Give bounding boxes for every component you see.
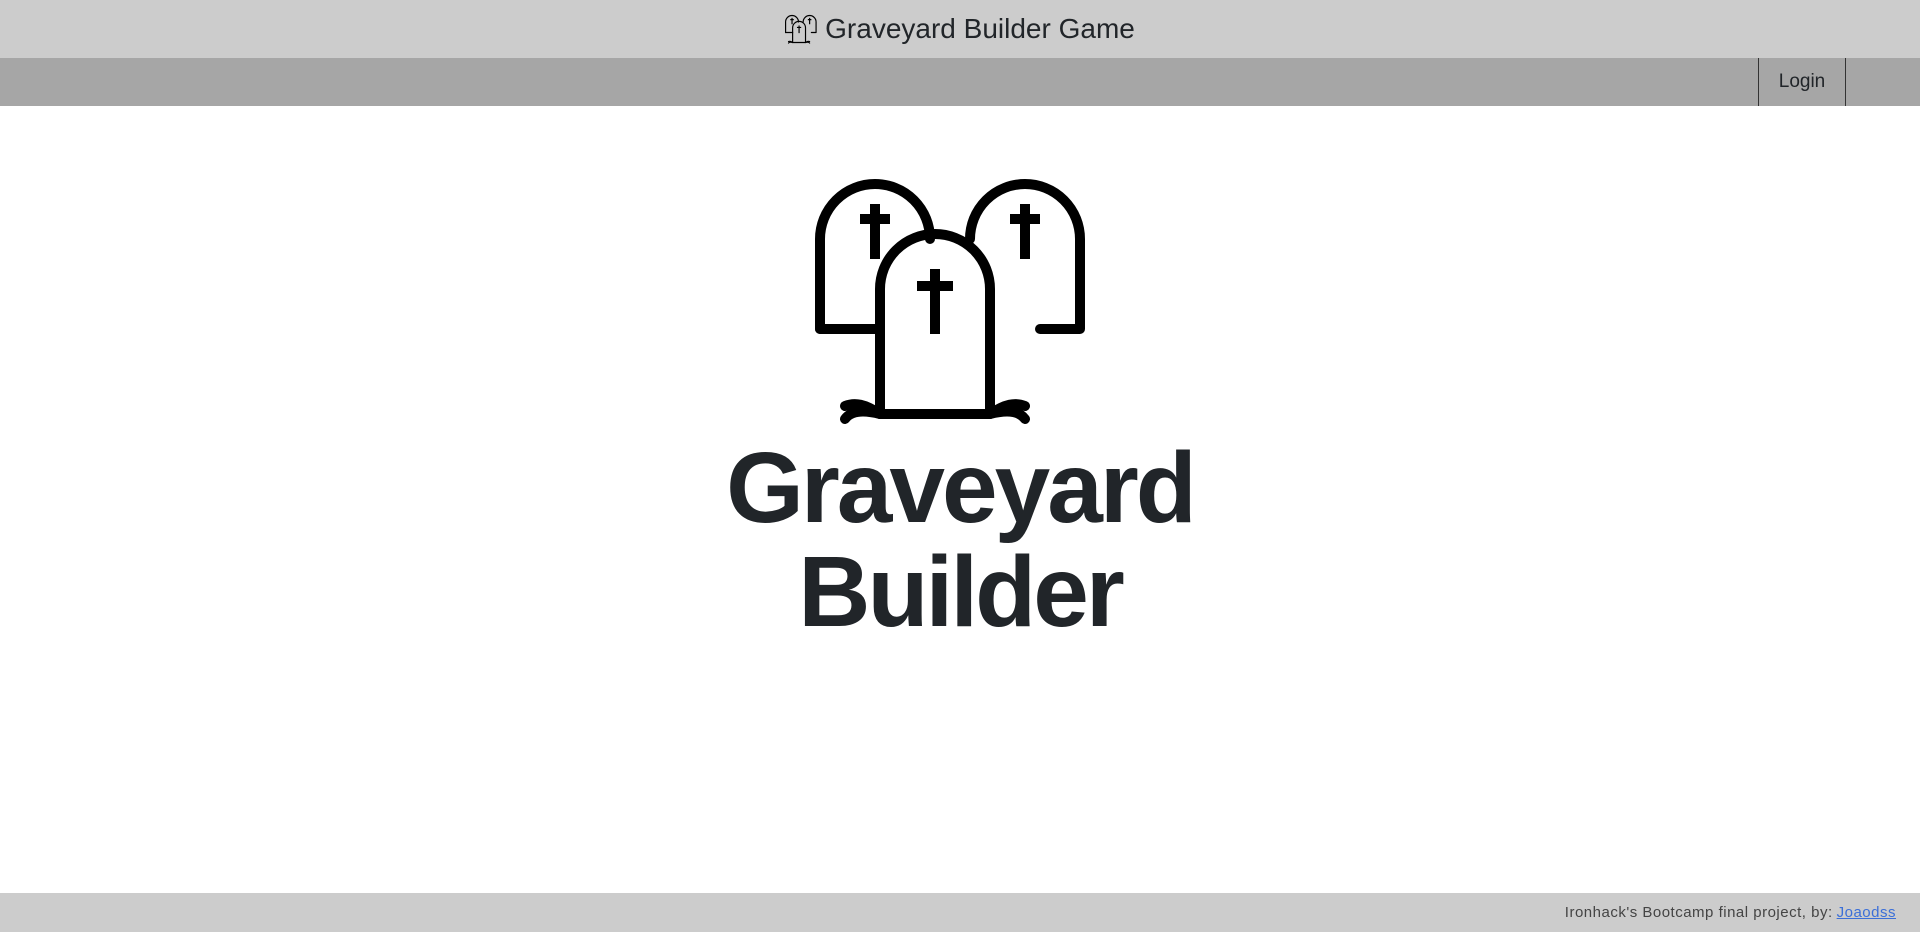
app-title: Graveyard Builder Game xyxy=(825,13,1135,44)
graveyard-icon xyxy=(785,14,817,44)
footer-text: Ironhack's Bootcamp final project, by: xyxy=(1564,904,1833,921)
app-header: Graveyard Builder Game xyxy=(0,0,1920,58)
hero-title-line2: Builder xyxy=(798,536,1124,648)
nav-bar: Login xyxy=(0,58,1920,106)
hero-title: Graveyard Builder xyxy=(0,436,1920,644)
graveyard-icon xyxy=(815,179,1085,424)
hero-section: Graveyard Builder xyxy=(0,106,1920,893)
footer: Ironhack's Bootcamp final project, by: J… xyxy=(0,893,1920,932)
hero-title-line1: Graveyard xyxy=(726,432,1197,544)
author-link[interactable]: Joaodss xyxy=(1837,904,1896,921)
header-title-group: Graveyard Builder Game xyxy=(785,13,1135,45)
login-button[interactable]: Login xyxy=(1758,58,1846,106)
